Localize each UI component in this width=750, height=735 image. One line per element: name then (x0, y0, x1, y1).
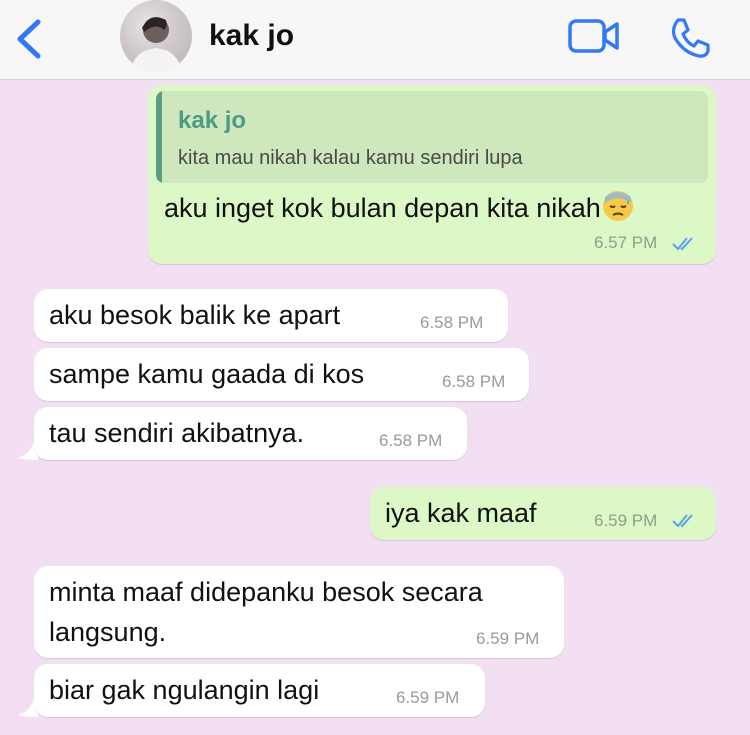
message-time: 6.57 PM (594, 233, 658, 252)
reply-quote-sender: kak jo (178, 107, 247, 134)
message-bubble-incoming[interactable]: tau sendiri akibatnya. 6.58 PM (34, 407, 467, 460)
message-bubble-incoming[interactable]: biar gak ngulangin lagi 6.59 PM (34, 664, 485, 717)
message-bubble-outgoing[interactable]: iya kak maaf 6.59 PM (370, 487, 716, 540)
contact-name[interactable]: kak jo (209, 19, 294, 53)
message-text: tau sendiri akibatnya. (49, 418, 305, 448)
message-time: 6.59 PM (396, 688, 460, 707)
message-time: 6.58 PM (379, 431, 443, 450)
message-bubble-incoming[interactable]: minta maaf didepanku besok secara langsu… (34, 566, 564, 658)
contact-avatar[interactable] (120, 0, 192, 72)
message-time: 6.58 PM (420, 313, 484, 332)
message-text-line-1: minta maaf didepanku besok secara (49, 577, 483, 607)
reply-quote[interactable]: kak jo kita mau nikah kalau kamu sendiri… (156, 91, 708, 183)
message-text: iya kak maaf (385, 498, 537, 528)
back-button[interactable] (14, 18, 44, 60)
message-time: 6.59 PM (476, 629, 540, 648)
message-text: aku inget kok bulan depan kita nikah (164, 193, 601, 223)
message-time: 6.59 PM (594, 511, 658, 530)
video-camera-icon (568, 19, 619, 53)
voice-call-button[interactable] (668, 16, 712, 60)
message-text: aku besok balik ke apart (49, 300, 341, 330)
double-check-icon (672, 237, 693, 251)
avatar-photo (130, 17, 182, 72)
message-text: sampe kamu gaada di kos (49, 359, 365, 389)
message-bubble-outgoing[interactable]: kak jo kita mau nikah kalau kamu sendiri… (148, 85, 716, 264)
chat-header: kak jo (0, 0, 750, 80)
message-bubble-incoming[interactable]: aku besok balik ke apart 6.58 PM (34, 289, 508, 342)
video-call-button[interactable] (568, 18, 620, 54)
message-bubble-incoming[interactable]: sampe kamu gaada di kos 6.58 PM (34, 348, 529, 401)
downcast-face-with-sweat-emoji (602, 191, 633, 221)
message-text: biar gak ngulangin lagi (49, 675, 320, 705)
message-text-line-2: langsung. (49, 617, 167, 647)
reply-quote-text: kita mau nikah kalau kamu sendiri lupa (178, 147, 523, 169)
chevron-left-icon (17, 19, 41, 59)
double-check-icon (672, 514, 693, 528)
message-text-wrap: aku inget kok bulan depan kita nikah (164, 189, 635, 227)
phone-icon (671, 18, 710, 58)
reply-quote-bar (156, 91, 162, 183)
message-time: 6.58 PM (442, 372, 506, 391)
